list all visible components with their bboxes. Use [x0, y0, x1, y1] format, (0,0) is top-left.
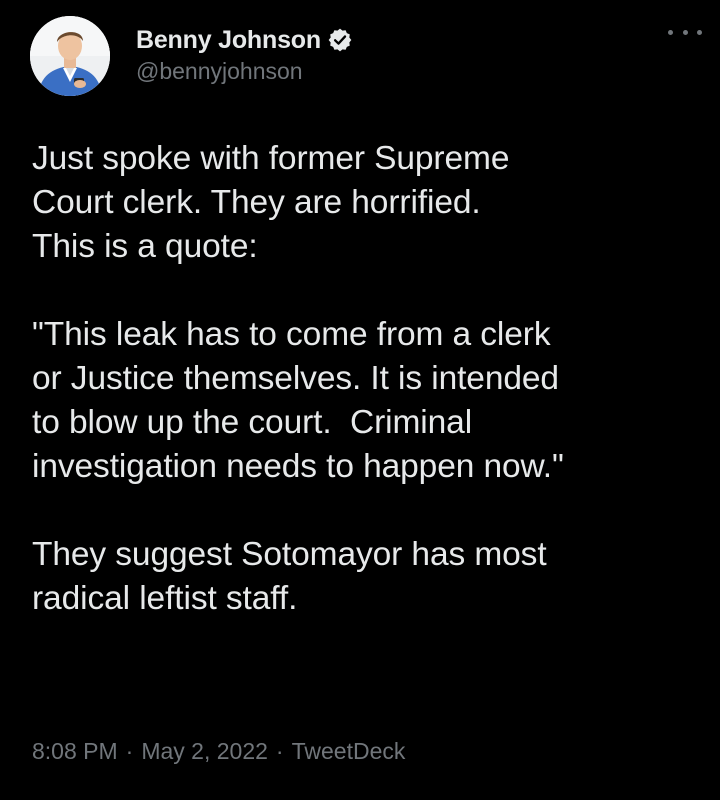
author-display-name[interactable]: Benny Johnson — [136, 26, 321, 55]
verified-badge-icon — [327, 27, 353, 53]
more-options-button[interactable] — [668, 22, 702, 42]
tweet-time[interactable]: 8:08 PM — [32, 738, 118, 765]
tweet-metadata: 8:08 PM · May 2, 2022 · TweetDeck — [32, 738, 405, 765]
more-options-icon — [668, 29, 673, 35]
meta-separator: · — [125, 738, 134, 764]
author-avatar[interactable] — [30, 16, 110, 96]
display-name-row: Benny Johnson — [136, 24, 353, 56]
tweet-card: Benny Johnson @bennyjohnson Just spoke w… — [0, 0, 720, 800]
author-info: Benny Johnson @bennyjohnson — [136, 24, 353, 85]
tweet-date[interactable]: May 2, 2022 — [141, 738, 268, 765]
tweet-text: Just spoke with former Supreme Court cle… — [32, 140, 564, 617]
more-options-dot — [682, 29, 688, 35]
avatar-photo-icon — [30, 16, 110, 96]
author-handle[interactable]: @bennyjohnson — [136, 58, 353, 85]
meta-separator: · — [275, 738, 284, 764]
tweet-source[interactable]: TweetDeck — [292, 738, 406, 765]
more-options-dot — [697, 29, 702, 35]
